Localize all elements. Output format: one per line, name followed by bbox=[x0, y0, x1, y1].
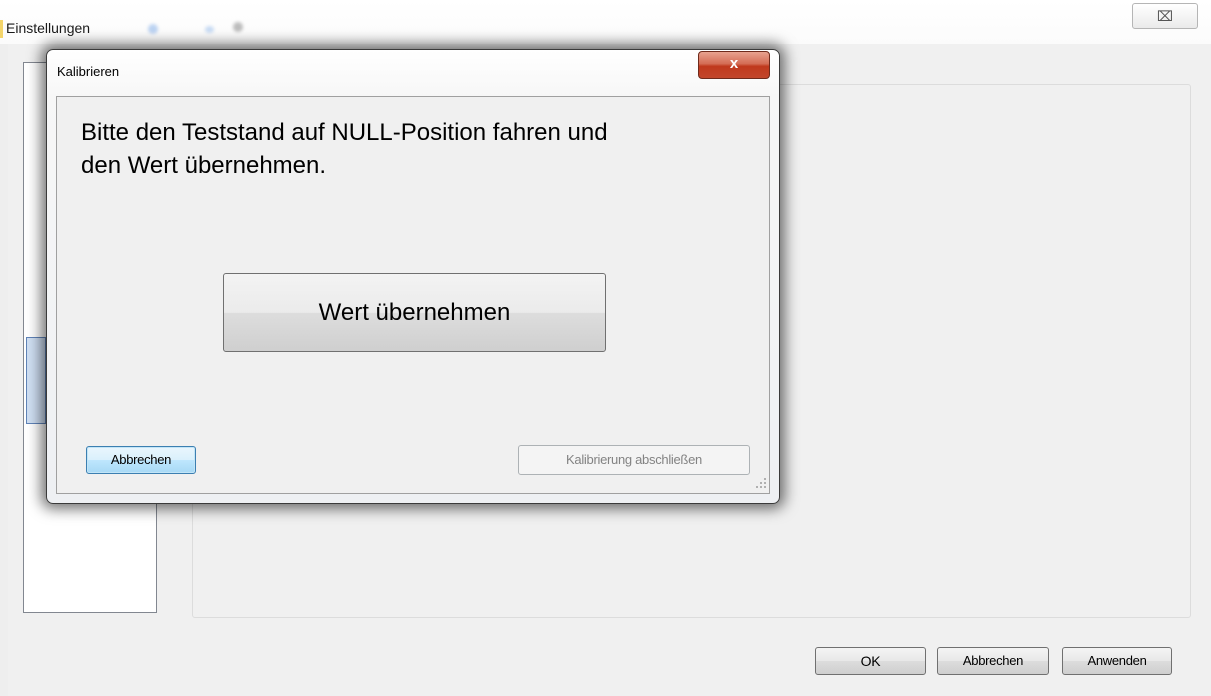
grip-dot bbox=[764, 478, 766, 480]
title-accent bbox=[0, 20, 3, 38]
toolbar-icon bbox=[205, 26, 214, 33]
selected-category-item[interactable] bbox=[26, 337, 46, 424]
toolbar-icon bbox=[233, 22, 243, 32]
close-icon: ⌧ bbox=[1156, 8, 1174, 24]
calibration-dialog: Kalibrieren x Bitte den Teststand auf NU… bbox=[46, 49, 780, 504]
dialog-cancel-button[interactable]: Abbrechen bbox=[86, 446, 196, 474]
grip-dot bbox=[756, 486, 758, 488]
dialog-close-button[interactable]: x bbox=[698, 51, 770, 79]
finish-calibration-button[interactable]: Kalibrierung abschließen bbox=[518, 445, 750, 475]
grip-dot bbox=[764, 486, 766, 488]
accept-value-button[interactable]: Wert übernehmen bbox=[223, 273, 606, 352]
settings-close-button[interactable]: ⌧ bbox=[1132, 3, 1198, 29]
toolbar-icon bbox=[148, 24, 158, 34]
grip-dot bbox=[760, 482, 762, 484]
resize-grip-icon[interactable] bbox=[756, 478, 766, 488]
settings-titlebar: Einstellungen ⌧ bbox=[0, 0, 1211, 44]
dialog-title: Kalibrieren bbox=[57, 64, 120, 79]
close-icon: x bbox=[729, 55, 739, 72]
calibration-instruction: Bitte den Teststand auf NULL-Position fa… bbox=[81, 119, 608, 179]
dialog-content: Bitte den Teststand auf NULL-Position fa… bbox=[56, 96, 770, 494]
window-border bbox=[0, 44, 8, 696]
grip-dot bbox=[764, 482, 766, 484]
cancel-button[interactable]: Abbrechen bbox=[937, 647, 1049, 675]
ok-button[interactable]: OK bbox=[815, 647, 926, 675]
grip-dot bbox=[760, 486, 762, 488]
settings-window-title: Einstellungen bbox=[6, 20, 91, 36]
apply-button[interactable]: Anwenden bbox=[1062, 647, 1172, 675]
